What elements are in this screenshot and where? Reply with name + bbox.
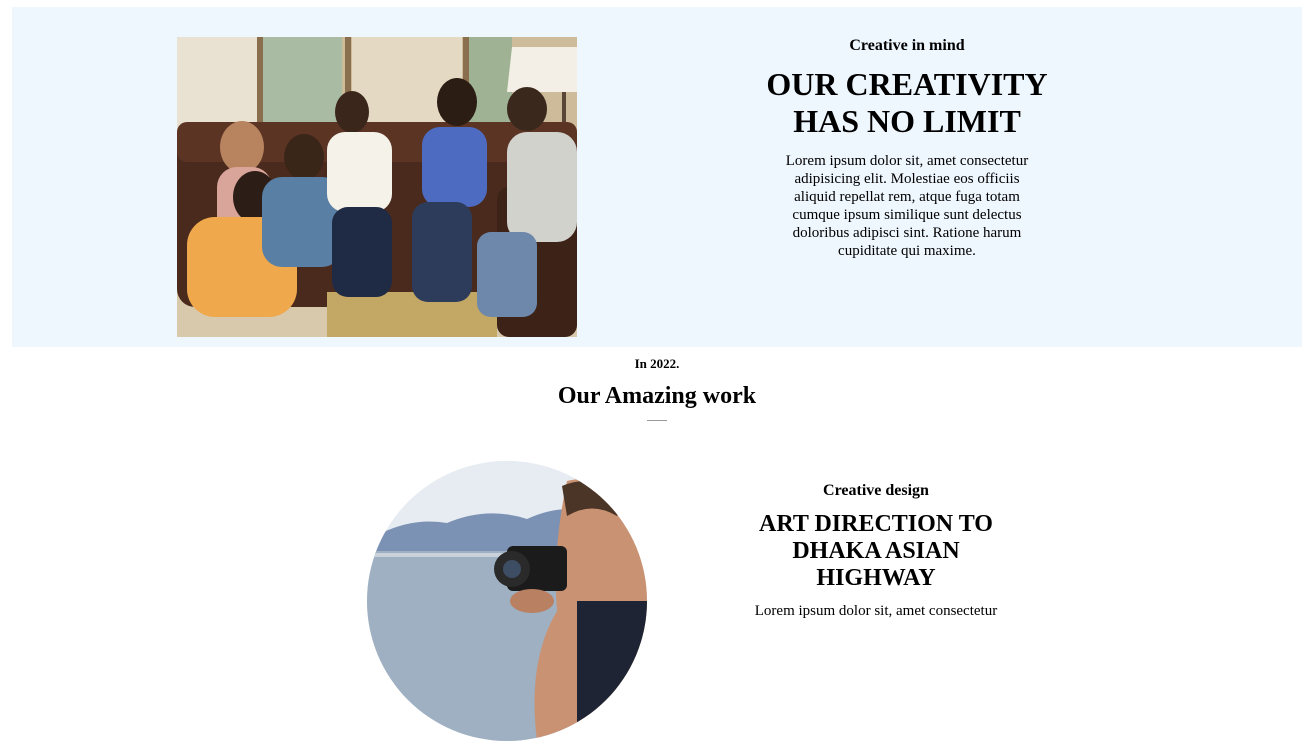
section-divider bbox=[647, 420, 667, 421]
hero-eyebrow: Creative in mind bbox=[849, 37, 965, 54]
work-section-title: Our Amazing work bbox=[557, 383, 757, 409]
work-item-eyebrow: Creative design bbox=[823, 482, 929, 499]
hero-section: Creative in mind OUR CREATIVITY HAS NO L… bbox=[12, 7, 1302, 347]
hero-paragraph: Lorem ipsum dolor sit, amet consectetur … bbox=[785, 153, 1029, 259]
group-meeting-photo bbox=[177, 37, 577, 337]
work-item-title: ART DIRECTION TO DHAKA ASIAN HIGHWAY bbox=[759, 511, 993, 591]
work-section-header: In 2022. Our Amazing work bbox=[0, 356, 1302, 421]
work-item-paragraph: Lorem ipsum dolor sit, amet consectetur bbox=[754, 603, 998, 619]
hero-title: OUR CREATIVITY HAS NO LIMIT bbox=[766, 66, 1048, 139]
photographer-photo bbox=[367, 461, 647, 741]
work-item-text-block: Creative design ART DIRECTION TO DHAKA A… bbox=[736, 481, 1016, 620]
work-section-eyebrow: In 2022. bbox=[634, 356, 680, 371]
hero-text-block: Creative in mind OUR CREATIVITY HAS NO L… bbox=[762, 36, 1052, 260]
